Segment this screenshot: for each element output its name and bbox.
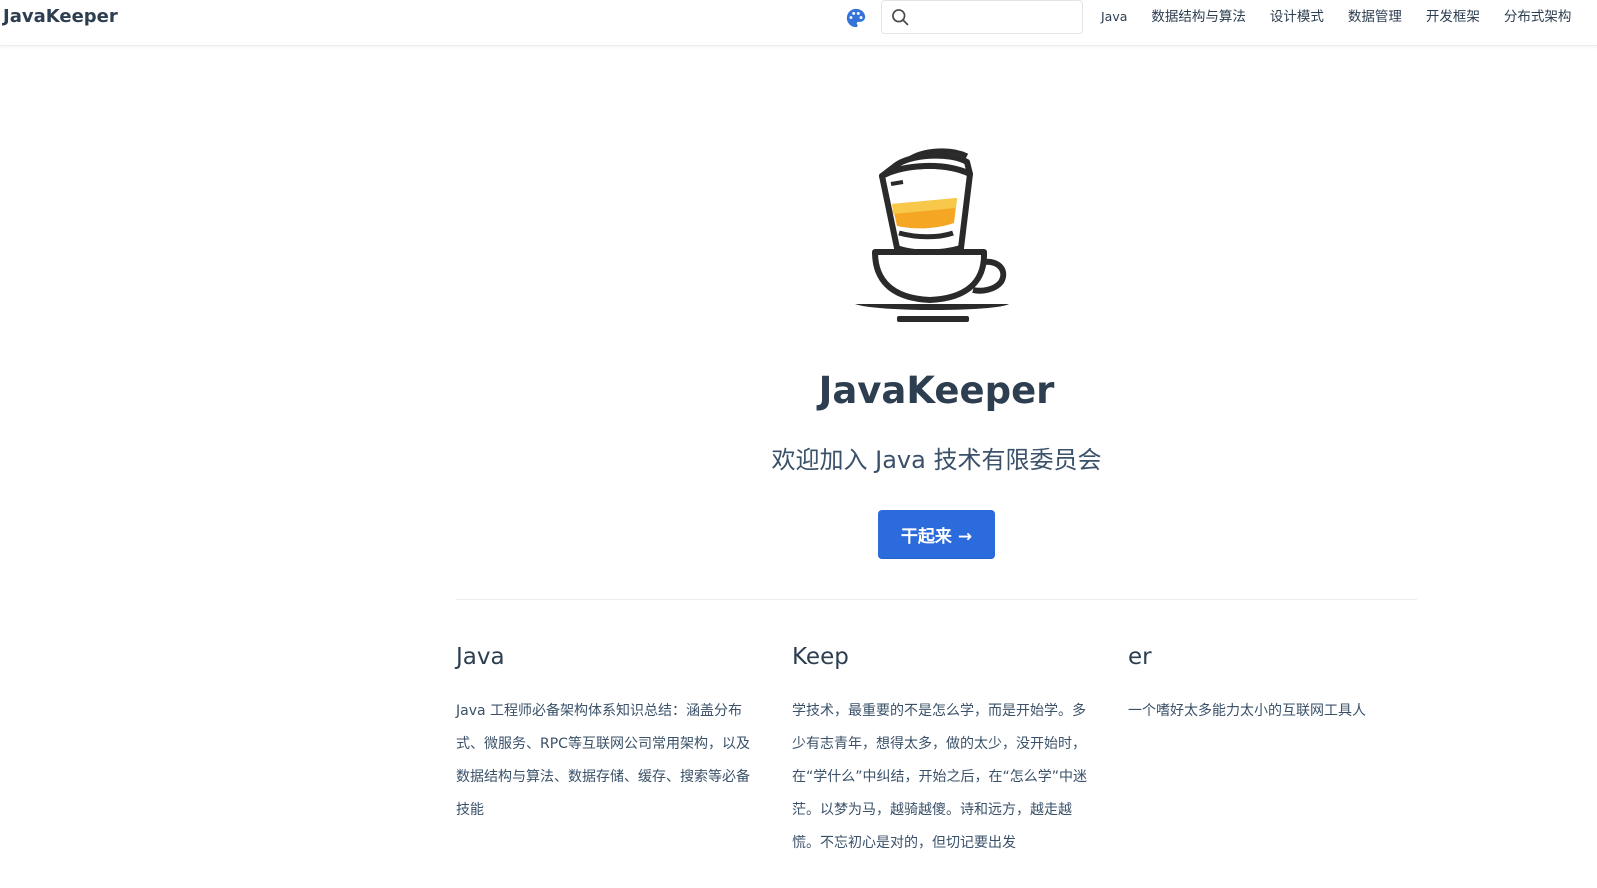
navbar: JavaKeeper Java 数据结构与算法 设计模式 数据管理 开发框架 分…	[0, 0, 1597, 46]
search-input[interactable]	[916, 6, 1076, 28]
nav-item-dev-frameworks[interactable]: 开发框架	[1426, 8, 1480, 26]
feature-java: Java Java 工程师必备架构体系知识总结：涵盖分布式、微服务、RPC等互联…	[456, 641, 752, 827]
hero-title: JavaKeeper	[818, 369, 1055, 412]
feature-details: Java 工程师必备架构体系知识总结：涵盖分布式、微服务、RPC等互联网公司常用…	[456, 703, 750, 818]
hero-logo	[855, 148, 1009, 328]
nav-links: Java 数据结构与算法 设计模式 数据管理 开发框架 分布式架构	[1101, 8, 1595, 26]
nav-item-design-patterns[interactable]: 设计模式	[1270, 8, 1324, 26]
feature-details: 一个嗜好太多能力太小的互联网工具人	[1128, 703, 1366, 719]
nav-item-distributed-architecture[interactable]: 分布式架构	[1504, 8, 1572, 26]
feature-title: Keep	[792, 644, 849, 670]
hero-description: 欢迎加入 Java 技术有限委员会	[771, 446, 1102, 474]
feature-title: Java	[456, 644, 505, 670]
feature-er: er 一个嗜好太多能力太小的互联网工具人	[1128, 641, 1428, 728]
search-box[interactable]	[881, 0, 1083, 34]
feature-details: 学技术，最重要的不是怎么学，而是开始学。多少有志青年，想得太多，做的太少，没开始…	[792, 703, 1088, 851]
site-name-link[interactable]: JavaKeeper	[3, 6, 118, 27]
feature-keep: Keep 学技术，最重要的不是怎么学，而是开始学。多少有志青年，想得太多，做的太…	[792, 641, 1088, 860]
palette-icon[interactable]	[845, 7, 867, 29]
nav-item-data-management[interactable]: 数据管理	[1348, 8, 1402, 26]
feature-title: er	[1128, 644, 1152, 670]
search-icon	[892, 9, 909, 26]
nav-item-data-structures[interactable]: 数据结构与算法	[1151, 8, 1246, 26]
get-started-button[interactable]: 干起来 →	[878, 510, 995, 559]
nav-item-java[interactable]: Java	[1101, 8, 1127, 26]
divider	[456, 599, 1417, 600]
